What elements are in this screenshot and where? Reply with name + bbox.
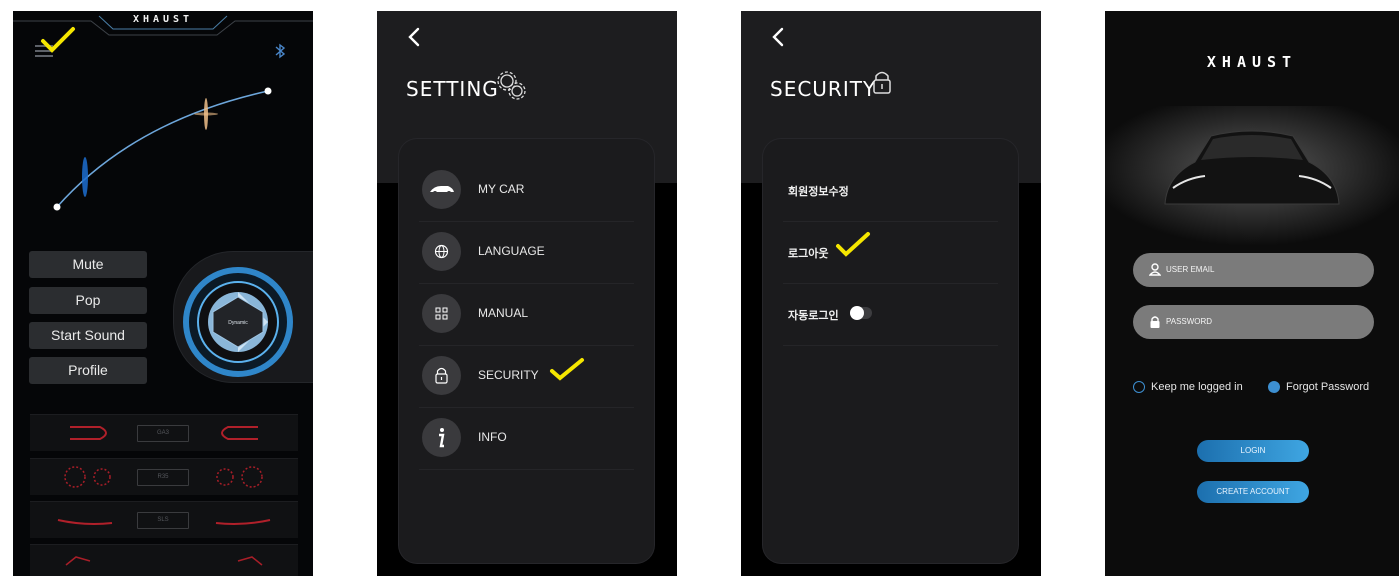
gears-icon — [497, 71, 526, 100]
pop-button[interactable]: Pop — [29, 287, 147, 314]
user-icon — [1149, 263, 1161, 276]
password-placeholder: PASSWORD — [1166, 317, 1213, 326]
car-front-image — [1105, 106, 1399, 246]
login-screen: XHAUST USER EMAIL PASSWORD Keep me logge… — [1105, 11, 1399, 576]
grid-icon — [435, 307, 448, 320]
menu-label: INFO — [478, 430, 507, 444]
user-email-placeholder: USER EMAIL — [1166, 265, 1215, 274]
menu-icon-circle — [422, 232, 461, 271]
back-arrow-icon[interactable] — [405, 25, 425, 49]
menu-label: SECURITY — [478, 368, 539, 382]
profile-row-partial[interactable] — [30, 544, 298, 576]
check-mark-icon — [41, 27, 75, 53]
auto-login-item: 자동로그인 — [783, 283, 998, 346]
menu-item-language[interactable]: LANGUAGE — [419, 221, 634, 284]
app-logo: XHAUST — [1206, 53, 1298, 71]
app-logo: XHAUST — [132, 14, 194, 25]
auto-login-toggle[interactable] — [850, 306, 872, 320]
menu-label: MANUAL — [478, 306, 529, 320]
profile-row-ga3[interactable]: GA3 — [30, 414, 298, 451]
menu-icon-circle — [422, 418, 461, 457]
exhaust-shape-icon — [65, 556, 263, 566]
password-field[interactable]: PASSWORD — [1133, 305, 1374, 339]
menu-label: MY CAR — [478, 182, 525, 196]
setting-screen: SETTING MY CAR LANGUAGE MANUAL SECURITY … — [377, 11, 677, 576]
page-title: SECURITY — [770, 77, 877, 101]
profile-name: R35 — [137, 469, 189, 486]
edit-member-info-label: 회원정보수정 — [788, 185, 849, 198]
menu-item-security[interactable]: SECURITY — [419, 345, 634, 408]
edit-member-info-item[interactable]: 회원정보수정 — [783, 159, 998, 222]
knob-label: Dynamic — [228, 320, 248, 326]
menu-icon-circle — [422, 170, 461, 209]
keep-logged-in-option[interactable]: Keep me logged in — [1133, 381, 1243, 394]
login-button[interactable]: LOGIN — [1197, 440, 1309, 462]
profile-name: GA3 — [137, 425, 189, 442]
toggle-knob — [850, 306, 864, 320]
security-screen: SECURITY 회원정보수정 로그아웃 자동로그인 — [741, 11, 1041, 576]
mute-button[interactable]: Mute — [29, 251, 147, 278]
bluetooth-icon[interactable] — [274, 43, 286, 59]
profile-button[interactable]: Profile — [29, 357, 147, 384]
profile-name: SLS — [137, 512, 189, 529]
check-mark-icon — [550, 358, 584, 381]
user-email-field[interactable]: USER EMAIL — [1133, 253, 1374, 287]
forgot-password-label: Forgot Password — [1286, 381, 1370, 394]
menu-icon-circle — [422, 356, 461, 395]
lock-icon — [1150, 316, 1160, 328]
profile-row-sls[interactable]: SLS — [30, 501, 298, 538]
back-arrow-icon[interactable] — [769, 25, 789, 49]
logout-item[interactable]: 로그아웃 — [783, 221, 998, 284]
rpm-curve — [53, 87, 272, 211]
menu-icon-circle — [422, 294, 461, 333]
security-panel: 회원정보수정 로그아웃 자동로그인 — [763, 139, 1018, 563]
menu-item-info[interactable]: INFO — [419, 407, 634, 470]
logout-label: 로그아웃 — [788, 247, 829, 260]
globe-icon — [434, 244, 449, 259]
mode-knob[interactable]: Dynamic — [183, 267, 293, 377]
radio-unchecked-icon — [1133, 381, 1145, 394]
check-mark-icon — [836, 232, 870, 257]
profile-row-r35[interactable]: R35 — [30, 458, 298, 495]
main-control-screen: XHAUST Mute Pop Start Sound Profile Dyna… — [13, 11, 313, 576]
create-account-button[interactable]: CREATE ACCOUNT — [1197, 481, 1309, 503]
lock-icon — [873, 71, 891, 94]
radio-filled-icon — [1268, 381, 1280, 394]
keep-logged-in-label: Keep me logged in — [1151, 381, 1243, 394]
menu-label: LANGUAGE — [478, 244, 545, 258]
forgot-password-link[interactable]: Forgot Password — [1268, 381, 1370, 394]
auto-login-label: 자동로그인 — [788, 309, 839, 322]
lock-icon — [435, 367, 448, 384]
page-title: SETTING — [406, 77, 499, 101]
car-icon — [430, 186, 454, 195]
start-sound-button[interactable]: Start Sound — [29, 322, 147, 349]
info-icon — [439, 428, 445, 448]
settings-panel: MY CAR LANGUAGE MANUAL SECURITY INFO — [399, 139, 654, 563]
menu-item-manual[interactable]: MANUAL — [419, 283, 634, 346]
menu-item-my-car[interactable]: MY CAR — [419, 159, 634, 222]
